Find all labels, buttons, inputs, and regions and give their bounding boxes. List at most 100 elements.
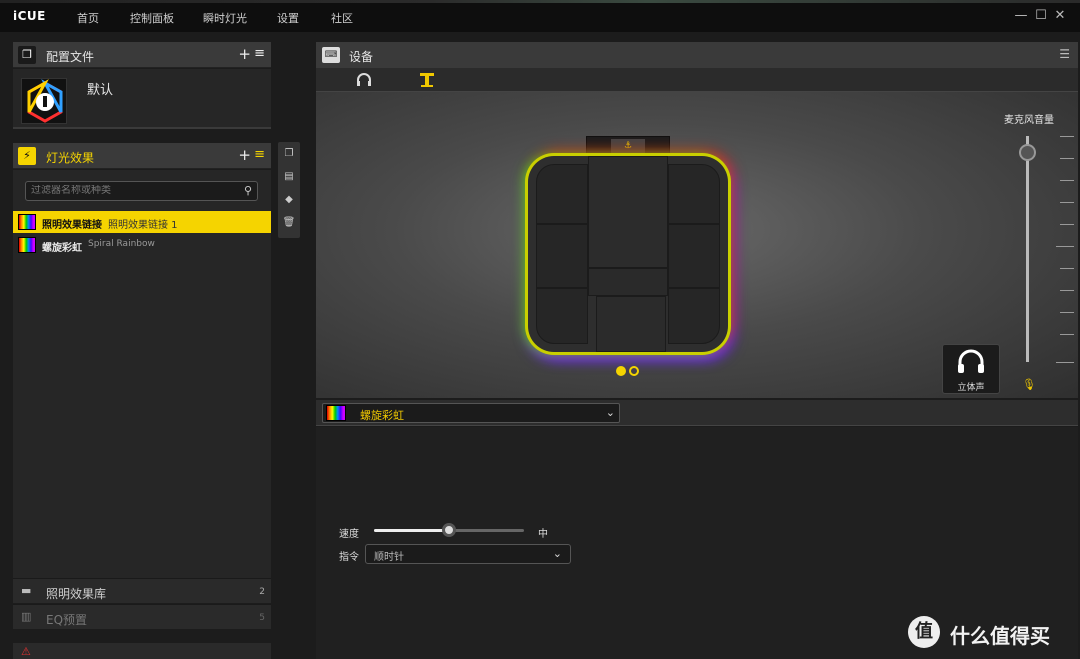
- headset-stand-preview[interactable]: [528, 156, 728, 352]
- eq-title: EQ预置: [46, 613, 88, 627]
- equalizer-icon: ▥: [21, 610, 32, 623]
- filter-input[interactable]: [31, 185, 231, 196]
- profile-logo-icon: [21, 78, 67, 124]
- watermark: 值 什么值得买: [908, 614, 1074, 650]
- speed-knob[interactable]: [442, 523, 456, 537]
- led-zone[interactable]: [668, 164, 720, 224]
- speed-fill: [374, 529, 449, 532]
- lighting-header: ⚡ 灯光效果 + ≡: [13, 143, 271, 169]
- paste-icon[interactable]: ▤: [281, 169, 297, 185]
- volume-tick: [1056, 362, 1074, 363]
- stereo-label: 立体声: [957, 383, 985, 393]
- profile-card[interactable]: 默认: [13, 69, 271, 129]
- nav-settings[interactable]: 设置: [277, 10, 299, 26]
- device-stage: ⚓ 麦克风音量 🎙 立体声: [316, 92, 1078, 398]
- volume-tick: [1056, 246, 1074, 247]
- list-item[interactable]: 照明效果链接 照明效果链接 1: [13, 211, 271, 233]
- led-zone[interactable]: [588, 268, 668, 296]
- volume-tick: [1060, 268, 1074, 269]
- effect-name: 照明效果链接: [42, 220, 102, 231]
- device-tabs: [316, 68, 1078, 92]
- profiles-header: ❐ 配置文件 + ≡: [13, 42, 271, 68]
- device-title: 设备: [349, 50, 374, 64]
- mic-volume-slider[interactable]: [1026, 136, 1029, 362]
- nav-home[interactable]: 首页: [77, 10, 99, 26]
- stereo-button[interactable]: 立体声: [942, 344, 1000, 394]
- rainbow-icon: [18, 214, 36, 230]
- maximize-button[interactable]: ☐: [1034, 8, 1048, 23]
- speed-label: 速度: [339, 529, 359, 540]
- trash-icon[interactable]: 🗑: [281, 215, 297, 231]
- device-menu-icon[interactable]: ☰: [1059, 47, 1070, 61]
- led-zone[interactable]: [668, 224, 720, 288]
- speed-value: 中: [538, 529, 548, 540]
- direction-select[interactable]: 顺时针 ⌄: [365, 544, 571, 564]
- led-zone[interactable]: [588, 156, 668, 268]
- effect-toolbar: ❐ ▤ ◆ 🗑: [278, 142, 300, 238]
- nav-dashboard[interactable]: 控制面板: [130, 10, 174, 26]
- rainbow-icon: [18, 237, 36, 253]
- chevron-down-icon[interactable]: ⌄: [606, 406, 615, 419]
- device-top-bar: ⚓: [586, 136, 670, 156]
- corsair-logo-icon: ⚓: [611, 139, 645, 153]
- search-icon[interactable]: ⚲: [244, 184, 252, 197]
- volume-tick: [1060, 290, 1074, 291]
- microphone-icon[interactable]: 🎙: [1022, 378, 1036, 391]
- direction-label: 指令: [339, 552, 359, 563]
- volume-tick: [1060, 158, 1074, 159]
- pager-dot[interactable]: [616, 366, 626, 376]
- nav-community[interactable]: 社区: [331, 10, 353, 26]
- volume-tick: [1060, 224, 1074, 225]
- layers-icon[interactable]: ◆: [281, 192, 297, 208]
- add-profile-button[interactable]: +: [238, 45, 251, 63]
- effect-select[interactable]: 螺旋彩虹 ⌄: [322, 403, 620, 423]
- led-zone[interactable]: [668, 288, 720, 344]
- lighting-title: 灯光效果: [46, 151, 95, 165]
- direction-value: 顺时针: [374, 552, 404, 563]
- led-zone[interactable]: [596, 296, 666, 352]
- lightning-icon: ⚡: [18, 147, 36, 165]
- volume-tick: [1060, 312, 1074, 313]
- lighting-list: ⚲ 照明效果链接 照明效果链接 1 螺旋彩虹 Spiral Rainbow: [13, 170, 271, 578]
- top-bar: iCUE 首页 控制面板 瞬时灯光 设置 社区 — ☐ ✕: [0, 0, 1080, 32]
- folder-icon: ▬: [21, 584, 32, 597]
- title-strip: [0, 0, 1080, 3]
- effect-select-label: 螺旋彩虹: [360, 409, 404, 422]
- effect-bar: 螺旋彩虹 ⌄: [316, 400, 1078, 426]
- keyboard-icon: ⌨: [322, 47, 340, 63]
- nav-instant-lighting[interactable]: 瞬时灯光: [203, 10, 247, 26]
- volume-tick: [1060, 202, 1074, 203]
- effect-name: 螺旋彩虹: [42, 243, 82, 254]
- pager-dot[interactable]: [629, 366, 639, 376]
- filter-field[interactable]: ⚲: [25, 181, 258, 201]
- profile-icon: ❐: [18, 46, 36, 64]
- library-count: 2: [259, 587, 265, 597]
- led-zone[interactable]: [536, 224, 588, 288]
- app-brand: iCUE: [13, 9, 46, 23]
- lighting-menu-button[interactable]: ≡: [254, 147, 265, 162]
- copy-icon[interactable]: ❐: [281, 146, 297, 162]
- library-title: 照明效果库: [46, 587, 107, 601]
- headset-icon[interactable]: [356, 72, 372, 92]
- alert-row[interactable]: ⚠: [13, 643, 271, 659]
- stand-icon[interactable]: [418, 72, 436, 92]
- volume-tick: [1060, 180, 1074, 181]
- mic-volume-label: 麦克风音量: [1004, 115, 1054, 126]
- headphones-icon: [957, 349, 985, 381]
- close-button[interactable]: ✕: [1053, 8, 1067, 23]
- led-zone[interactable]: [536, 288, 588, 344]
- led-zone[interactable]: [536, 164, 588, 224]
- minimize-button[interactable]: —: [1014, 8, 1028, 23]
- add-effect-button[interactable]: +: [238, 146, 251, 164]
- list-item[interactable]: 螺旋彩虹 Spiral Rainbow: [13, 234, 271, 256]
- rainbow-icon: [326, 405, 346, 421]
- watermark-logo: 值: [908, 616, 940, 648]
- profiles-title: 配置文件: [46, 50, 95, 64]
- profiles-menu-button[interactable]: ≡: [254, 46, 265, 61]
- chevron-down-icon[interactable]: ⌄: [553, 547, 562, 560]
- lighting-library[interactable]: ▬ 照明效果库 2: [13, 578, 271, 603]
- volume-tick: [1060, 136, 1074, 137]
- warning-icon: ⚠: [21, 645, 31, 658]
- mic-volume-knob[interactable]: [1019, 143, 1036, 161]
- eq-presets[interactable]: ▥ EQ预置 5: [13, 604, 271, 629]
